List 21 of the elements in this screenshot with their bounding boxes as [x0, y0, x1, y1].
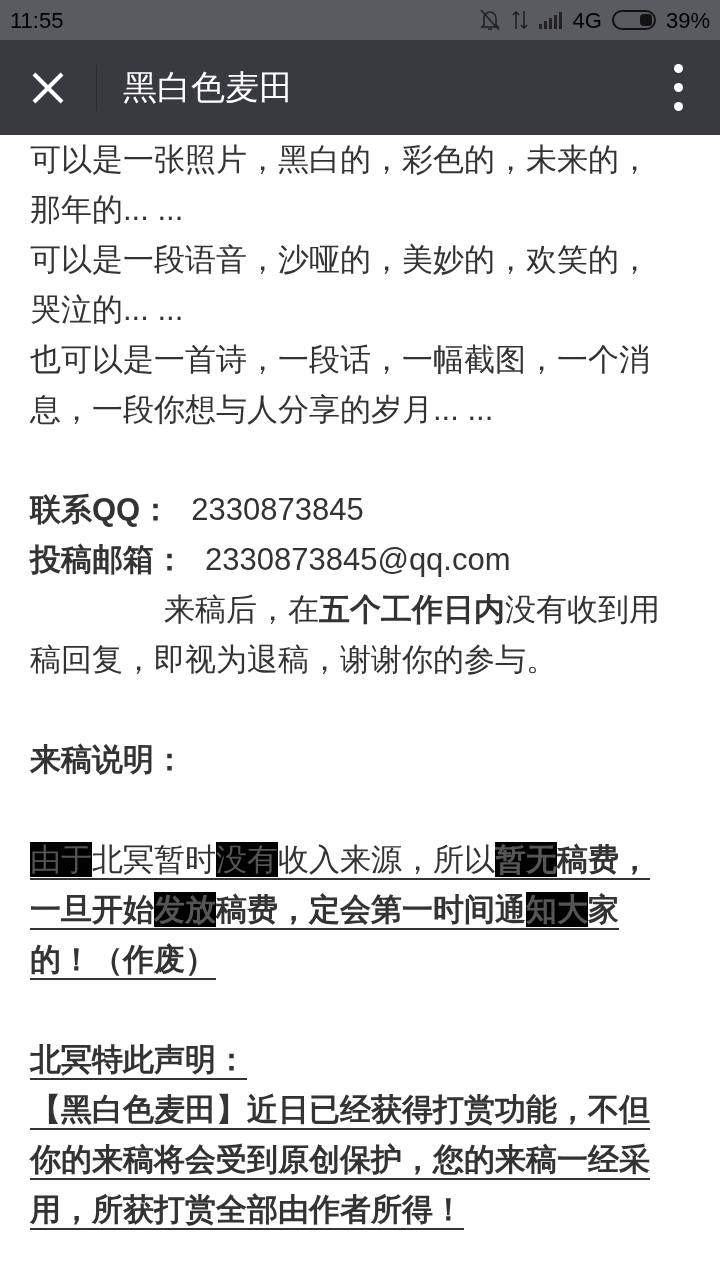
paragraph: 北冥特此声明： — [30, 1041, 248, 1079]
battery-percent: 39% — [665, 6, 710, 35]
paragraph: 由于北冥暂时没有收入来源，所以暂无稿费，一旦开始发放稿费，定会第一时间通知大家的！（作废） — [30, 841, 651, 979]
close-icon — [32, 71, 64, 104]
battery-icon — [611, 9, 656, 31]
field-value: 2330873845 — [191, 491, 364, 529]
field-value: 2330873845@qq.com — [205, 541, 511, 579]
bell-muted-icon — [478, 8, 501, 32]
paragraph: 来稿说明： — [30, 741, 186, 779]
paragraph: 可以是一段语音，沙哑的，美妙的，欢笑的，哭泣的... ... — [30, 241, 651, 329]
field-label: 联系QQ： — [30, 491, 172, 529]
paragraph: 也可以是一首诗，一段话，一幅截图，一个消息，一段你想与人分享的岁月... ... — [30, 341, 651, 429]
paragraph: 来稿后，在五个工作日内没有收到用稿回复，即视为退稿，谢谢你的参与。 — [30, 591, 661, 679]
paragraph: 可以是一张照片，黑白的，彩色的，未来的，那年的... ... — [30, 141, 651, 229]
field-label: 投稿邮箱： — [30, 541, 185, 579]
signal-icon — [538, 11, 563, 29]
status-time: 11:55 — [10, 6, 64, 35]
network-type: 4G — [572, 6, 602, 35]
page-title: 黑白色麦田 — [123, 67, 293, 108]
paragraph: 【黑白色麦田】近日已经获得打赏功能，不但你的来稿将会受到原创保护，您的来稿一经采用，所获打赏全部由作者所得！ — [30, 1091, 651, 1229]
data-arrows-icon — [510, 9, 529, 31]
